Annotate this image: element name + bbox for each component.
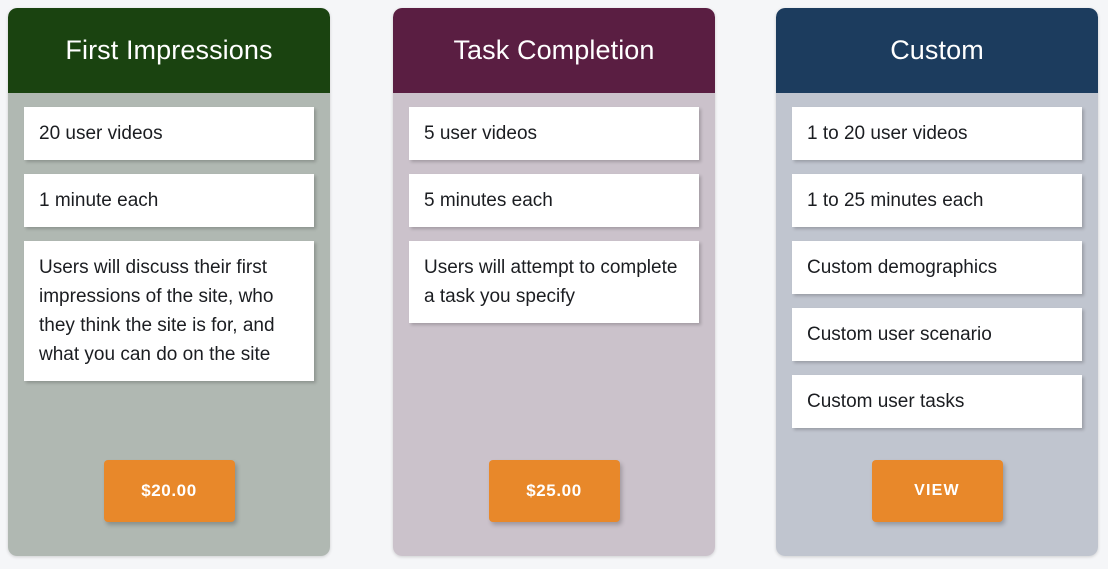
- feature-row: Custom demographics: [792, 241, 1082, 294]
- feature-row: 20 user videos: [24, 107, 314, 160]
- card-body: 5 user videos 5 minutes each Users will …: [393, 93, 715, 556]
- card-body: 20 user videos 1 minute each Users will …: [8, 93, 330, 556]
- pricing-card-task-completion[interactable]: Task Completion 5 user videos 5 minutes …: [393, 8, 715, 556]
- feature-row: Custom user tasks: [792, 375, 1082, 428]
- feature-row: Users will attempt to complete a task yo…: [409, 241, 699, 323]
- feature-row: 1 to 20 user videos: [792, 107, 1082, 160]
- cta-container: VIEW: [776, 460, 1098, 522]
- feature-row: Custom user scenario: [792, 308, 1082, 361]
- price-button[interactable]: $25.00: [488, 460, 620, 522]
- pricing-plans: First Impressions 20 user videos 1 minut…: [0, 0, 1108, 569]
- feature-row: 5 minutes each: [409, 174, 699, 227]
- view-button[interactable]: VIEW: [871, 460, 1003, 522]
- price-button[interactable]: $20.00: [103, 460, 235, 522]
- card-title: Custom: [890, 34, 984, 65]
- card-header: First Impressions: [8, 8, 330, 93]
- card-header: Task Completion: [393, 8, 715, 93]
- card-body: 1 to 20 user videos 1 to 25 minutes each…: [776, 93, 1098, 556]
- card-header: Custom: [776, 8, 1098, 93]
- feature-row: 1 to 25 minutes each: [792, 174, 1082, 227]
- pricing-card-custom[interactable]: Custom 1 to 20 user videos 1 to 25 minut…: [776, 8, 1098, 556]
- card-title: First Impressions: [65, 34, 273, 65]
- pricing-card-first-impressions[interactable]: First Impressions 20 user videos 1 minut…: [8, 8, 330, 556]
- cta-container: $25.00: [393, 460, 715, 522]
- cta-container: $20.00: [8, 460, 330, 522]
- feature-row: 1 minute each: [24, 174, 314, 227]
- feature-row: 5 user videos: [409, 107, 699, 160]
- card-title: Task Completion: [453, 34, 655, 65]
- feature-row: Users will discuss their first impressio…: [24, 241, 314, 381]
